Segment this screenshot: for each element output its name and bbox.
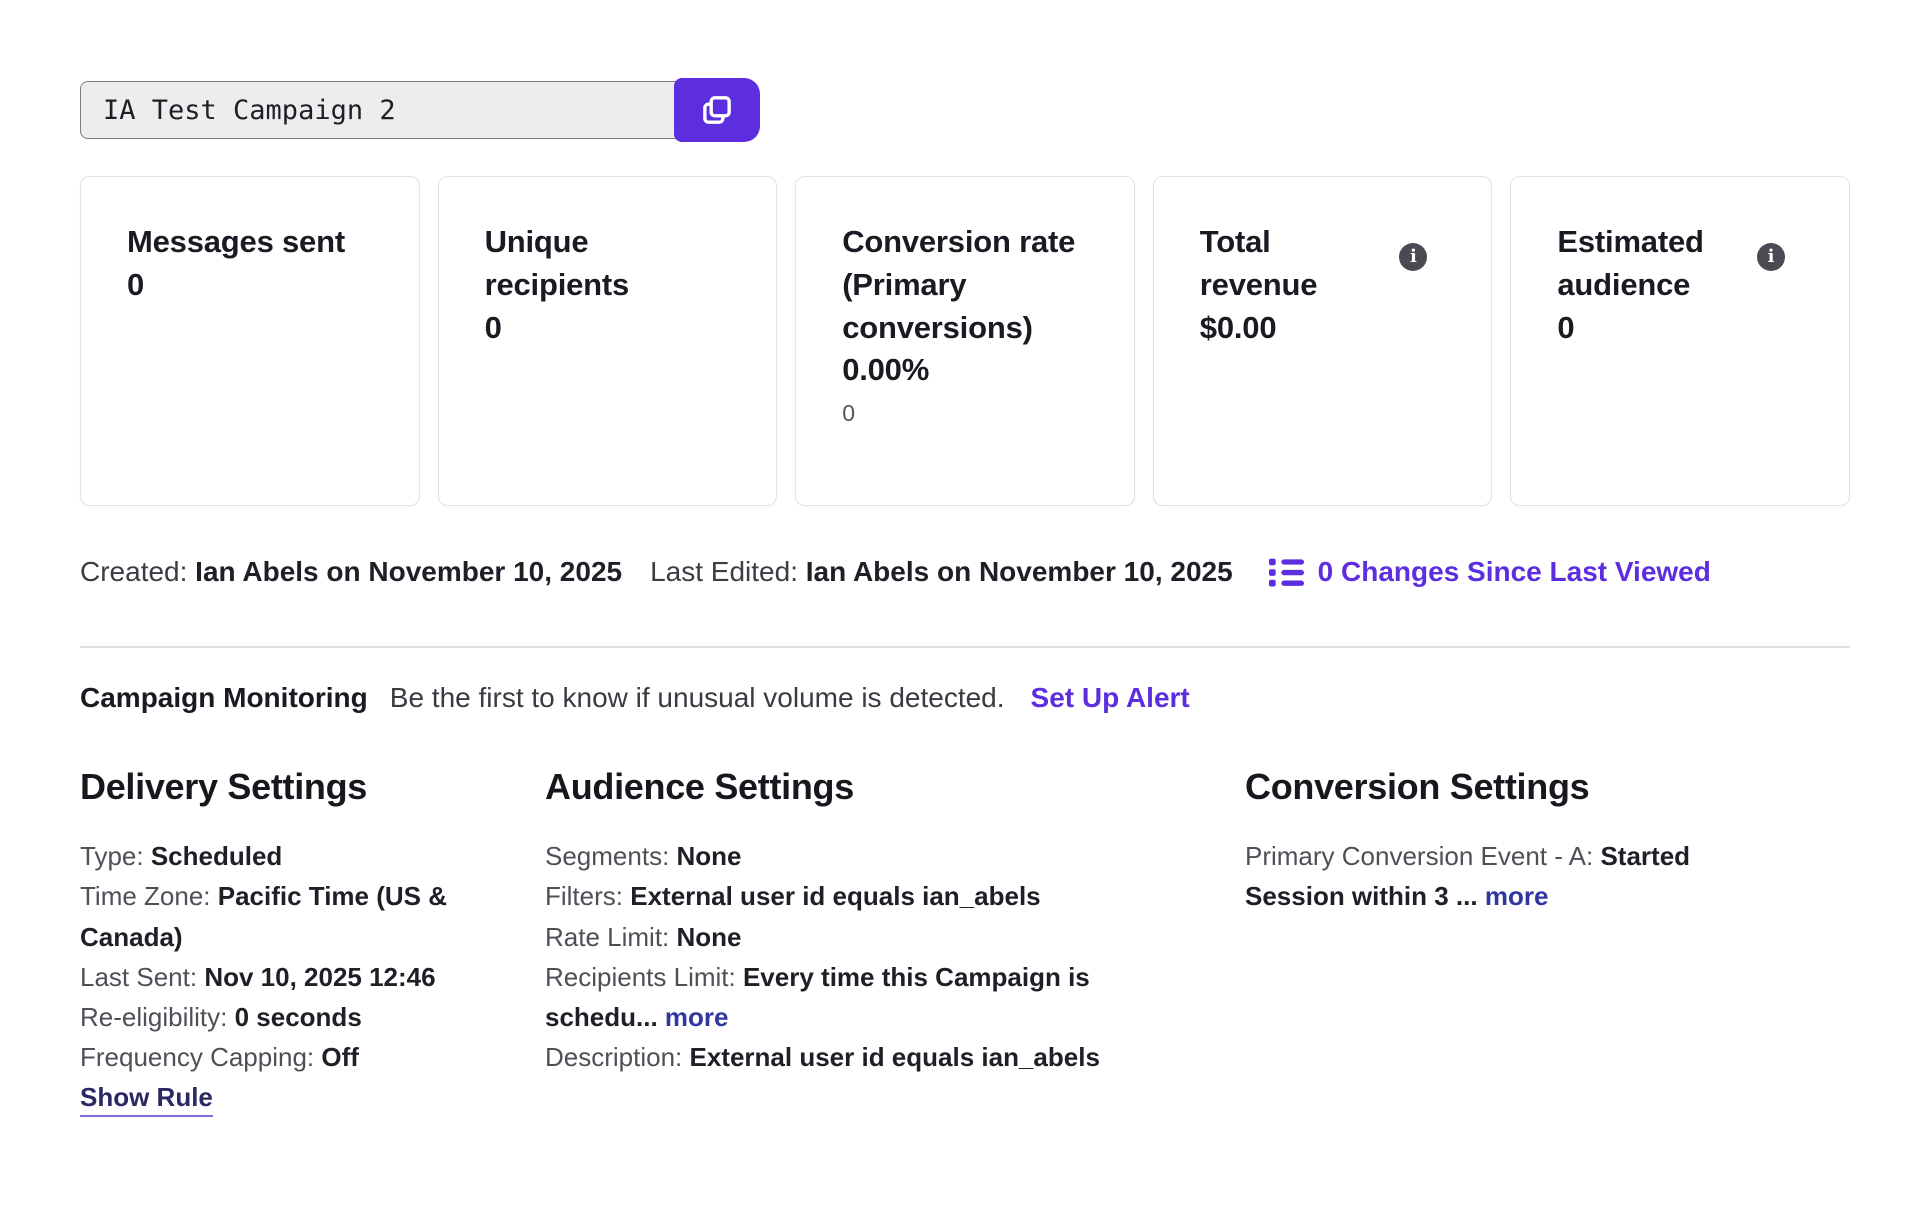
stat-value: 0 (485, 307, 731, 350)
audience-recipients-limit-row: Recipients Limit: Every time this Campai… (545, 957, 1165, 1038)
last-edited-value: Ian Abels on November 10, 2025 (806, 556, 1233, 587)
stat-sub-value: 0 (842, 400, 1088, 427)
delivery-last-sent-row: Last Sent: Nov 10, 2025 12:46 (80, 957, 465, 997)
stats-cards: Messages sent 0 Unique recipients 0 Conv… (80, 176, 1850, 506)
copy-button[interactable] (674, 78, 760, 142)
conversion-settings-section: Conversion Settings Primary Conversion E… (1245, 766, 1785, 1117)
set-up-alert-link[interactable]: Set Up Alert (1031, 682, 1190, 714)
campaign-detail-page: Messages sent 0 Unique recipients 0 Conv… (0, 0, 1918, 1117)
monitoring-title: Campaign Monitoring (80, 682, 368, 714)
stat-card-total-revenue: Total revenue i $0.00 (1153, 176, 1493, 506)
stat-card-estimated-audience: Estimated audience i 0 (1510, 176, 1850, 506)
audience-filters-row: Filters: External user id equals ian_abe… (545, 876, 1165, 916)
last-edited-label: Last Edited: (650, 556, 806, 587)
created-label: Created: (80, 556, 195, 587)
campaign-name-row (80, 78, 1850, 142)
stat-card-unique-recipients: Unique recipients 0 (438, 176, 778, 506)
settings-grid: Delivery Settings Type: Scheduled Time Z… (80, 766, 1850, 1117)
audience-settings-section: Audience Settings Segments: None Filters… (545, 766, 1165, 1117)
created-info: Created: Ian Abels on November 10, 2025 (80, 556, 622, 588)
delivery-re-eligibility-row: Re-eligibility: 0 seconds (80, 997, 465, 1037)
created-value: Ian Abels on November 10, 2025 (195, 556, 622, 587)
delivery-settings-section: Delivery Settings Type: Scheduled Time Z… (80, 766, 465, 1117)
audience-rate-limit-row: Rate Limit: None (545, 917, 1165, 957)
delivery-timezone-row: Time Zone: Pacific Time (US & Canada) (80, 876, 465, 957)
delivery-type-row: Type: Scheduled (80, 836, 465, 876)
stat-value: 0.00% (842, 349, 1088, 392)
stat-value: 0 (1557, 307, 1803, 350)
show-rule-link[interactable]: Show Rule (80, 1082, 213, 1117)
audience-settings-heading: Audience Settings (545, 766, 1165, 808)
campaign-meta-row: Created: Ian Abels on November 10, 2025 … (80, 556, 1850, 588)
audience-segments-row: Segments: None (545, 836, 1165, 876)
monitoring-description: Be the first to know if unusual volume i… (390, 682, 1005, 714)
stat-title: Messages sent (127, 221, 373, 264)
campaign-name-input[interactable] (80, 81, 686, 139)
changelog-list-icon (1269, 558, 1304, 587)
stat-value: $0.00 (1200, 307, 1446, 350)
stat-card-messages-sent: Messages sent 0 (80, 176, 420, 506)
copy-icon (698, 91, 736, 129)
stat-value: 0 (127, 264, 373, 307)
section-divider (80, 646, 1850, 648)
changes-link-label: 0 Changes Since Last Viewed (1318, 556, 1711, 588)
delivery-settings-heading: Delivery Settings (80, 766, 465, 808)
campaign-monitoring-row: Campaign Monitoring Be the first to know… (80, 682, 1850, 714)
stat-card-conversion-rate: Conversion rate (Primary conversions) 0.… (795, 176, 1135, 506)
conversion-event-more-link[interactable]: more (1485, 881, 1549, 911)
delivery-frequency-capping-row: Frequency Capping: Off (80, 1037, 465, 1077)
conversion-settings-heading: Conversion Settings (1245, 766, 1785, 808)
stat-title: Conversion rate (Primary conversions) (842, 221, 1088, 349)
recipients-limit-more-link[interactable]: more (665, 1002, 729, 1032)
stat-title: Unique recipients (485, 221, 731, 307)
audience-description-row: Description: External user id equals ian… (545, 1037, 1165, 1077)
last-edited-info: Last Edited: Ian Abels on November 10, 2… (650, 556, 1233, 588)
primary-conversion-event-row: Primary Conversion Event - A: Started Se… (1245, 836, 1785, 917)
info-icon[interactable]: i (1757, 243, 1785, 271)
changes-since-last-viewed-link[interactable]: 0 Changes Since Last Viewed (1269, 556, 1711, 588)
